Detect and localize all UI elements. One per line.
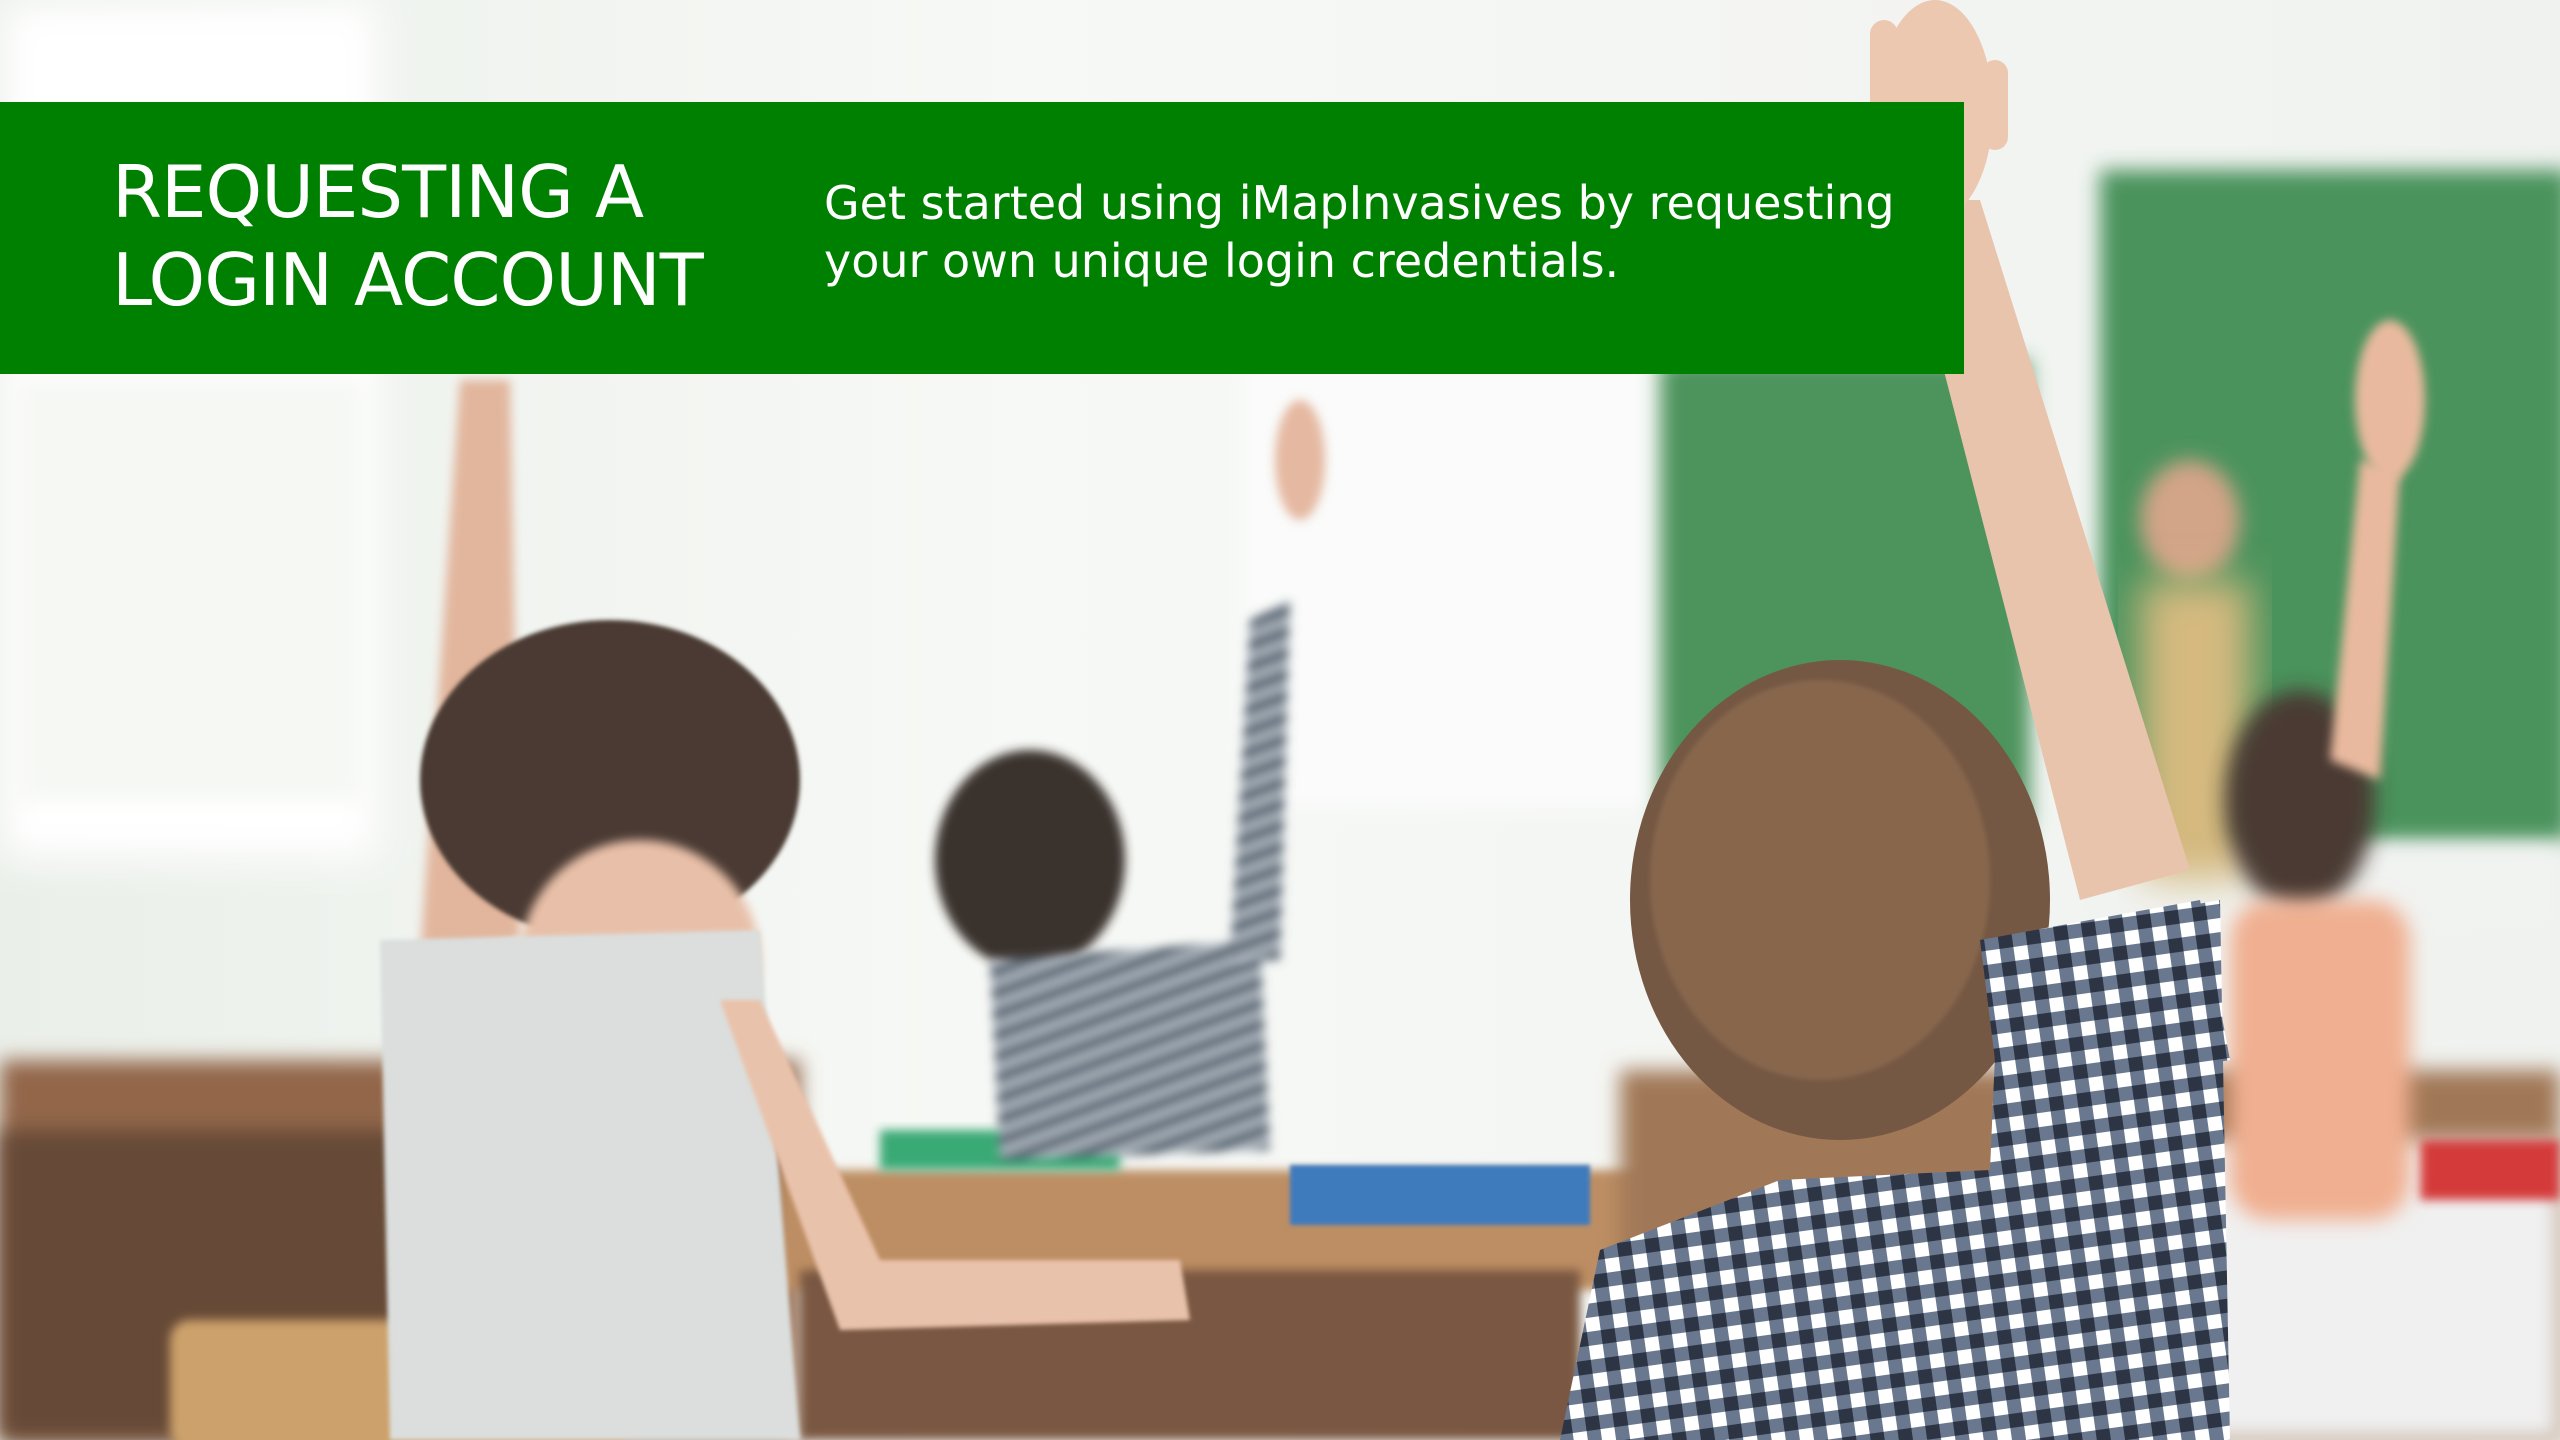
subtitle-line-2: your own unique login credentials. (824, 234, 1620, 288)
title-line-1: REQUESTING A (112, 150, 644, 234)
page-title: REQUESTING A LOGIN ACCOUNT (112, 148, 752, 324)
page-subtitle: Get started using iMapInvasives by reque… (824, 174, 1924, 290)
slide: REQUESTING A LOGIN ACCOUNT Get started u… (0, 0, 2560, 1440)
subtitle-line-1: Get started using iMapInvasives by reque… (824, 176, 1895, 230)
title-line-2: LOGIN ACCOUNT (112, 238, 704, 322)
